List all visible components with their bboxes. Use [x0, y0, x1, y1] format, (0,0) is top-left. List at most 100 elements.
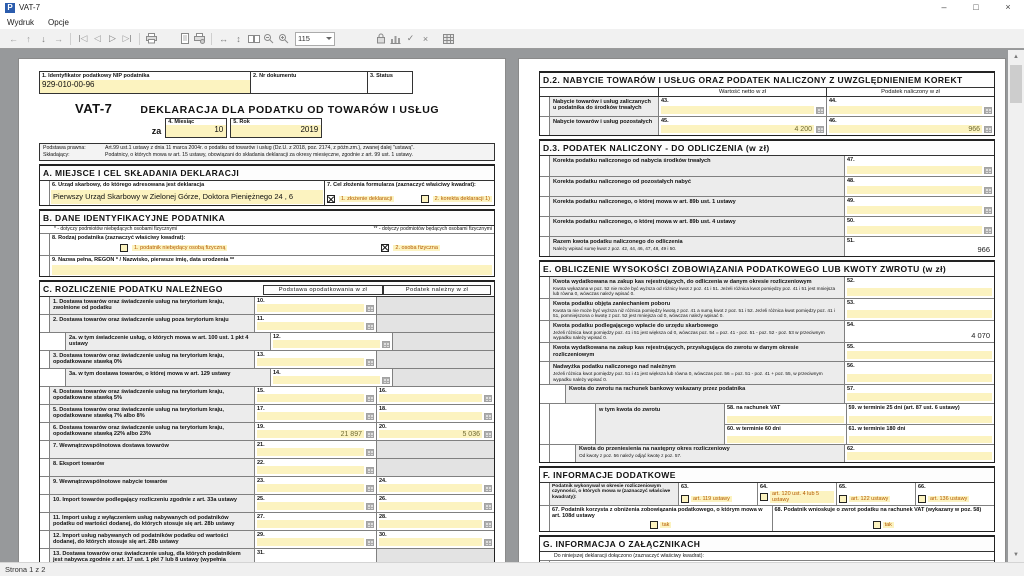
input-field-28[interactable] [379, 520, 482, 528]
statistics-button[interactable] [388, 31, 403, 47]
checkbox-68-tak[interactable] [873, 521, 881, 529]
input-field-49[interactable] [847, 206, 982, 214]
calculator-icon[interactable] [984, 207, 992, 214]
input-field-43[interactable] [661, 106, 814, 114]
checkbox-63[interactable] [681, 495, 689, 503]
input-field-13[interactable] [257, 358, 364, 366]
calculator-icon[interactable] [366, 485, 374, 492]
calculator-icon[interactable] [984, 126, 992, 133]
calculator-icon[interactable] [484, 539, 492, 546]
prev-page-button[interactable]: ◁ [90, 31, 105, 47]
zoom-out-button[interactable] [261, 31, 276, 47]
input-field-61[interactable] [849, 436, 993, 443]
input-field-10[interactable] [257, 304, 364, 312]
scrollbar-up-icon[interactable]: ▲ [1013, 50, 1019, 64]
calculator-icon[interactable] [366, 359, 374, 366]
print-settings-button[interactable] [192, 31, 207, 47]
maximize-button[interactable]: □ [960, 0, 992, 15]
calculator-icon[interactable] [382, 341, 390, 348]
first-page-button[interactable]: ◁ [75, 31, 90, 47]
calculator-icon[interactable] [366, 431, 374, 438]
input-field-48[interactable] [847, 186, 982, 194]
calculator-icon[interactable] [816, 126, 824, 133]
input-field-59[interactable] [849, 416, 993, 423]
calculator-icon[interactable] [484, 521, 492, 528]
zoom-level-combobox[interactable]: 115 [295, 32, 335, 46]
calculator-icon[interactable] [484, 485, 492, 492]
input-field-44[interactable] [829, 106, 982, 114]
vertical-scrollbar[interactable]: ▲ ▼ [1008, 50, 1024, 562]
zoom-in-button[interactable] [276, 31, 291, 47]
calculator-icon[interactable] [984, 107, 992, 114]
calculator-icon[interactable] [984, 227, 992, 234]
scroll-down-icon[interactable]: ↓ [36, 31, 51, 47]
checkbox-osoba-fizyczna[interactable] [381, 244, 389, 252]
scroll-right-icon[interactable]: → [51, 31, 66, 47]
menu-opcje[interactable]: Opcje [48, 18, 69, 27]
input-field-29[interactable] [257, 538, 364, 546]
input-field-27[interactable] [257, 520, 364, 528]
calculator-icon[interactable] [366, 467, 374, 474]
export-page-button[interactable] [177, 31, 192, 47]
calculator-icon[interactable] [484, 395, 492, 402]
calculator-icon[interactable] [366, 449, 374, 456]
input-field-62[interactable] [847, 452, 992, 460]
input-field-14[interactable] [273, 376, 380, 384]
calculator-icon[interactable] [484, 413, 492, 420]
input-field-26[interactable] [379, 502, 482, 510]
calculator-icon[interactable] [816, 107, 824, 114]
input-field-55[interactable] [847, 351, 992, 359]
input-field-12[interactable] [273, 340, 380, 348]
calculator-icon[interactable] [366, 305, 374, 312]
input-field-57[interactable] [847, 393, 992, 401]
close-button[interactable]: × [992, 0, 1024, 15]
input-field-9[interactable] [52, 265, 492, 275]
checkbox-67-tak[interactable] [650, 521, 658, 529]
input-field-11[interactable] [257, 322, 364, 330]
tax-office-field[interactable]: Pierwszy Urząd Skarbowy w Zielonej Górze… [51, 190, 323, 204]
calculator-icon[interactable] [484, 503, 492, 510]
scroll-left-icon[interactable]: ← [6, 31, 21, 47]
input-field-15[interactable] [257, 394, 364, 402]
scroll-up-icon[interactable]: ↑ [21, 31, 36, 47]
cancel-button[interactable]: × [418, 31, 433, 47]
calculator-icon[interactable] [984, 167, 992, 174]
calculator-icon[interactable] [366, 503, 374, 510]
year-field[interactable]: 2019 [231, 125, 321, 137]
menu-wydruk[interactable]: Wydruk [7, 18, 34, 27]
input-field-21[interactable] [257, 448, 364, 456]
scrollbar-thumb[interactable] [1010, 65, 1022, 103]
input-field-25[interactable] [257, 502, 364, 510]
input-field-24[interactable] [379, 484, 482, 492]
nip-field[interactable]: 929-010-00-96 [40, 80, 250, 93]
input-field-18[interactable] [379, 412, 482, 420]
calculator-icon[interactable] [984, 187, 992, 194]
input-field-22[interactable] [257, 466, 364, 474]
calculator-icon[interactable] [366, 323, 374, 330]
checkbox-korekta-deklaracji[interactable] [421, 195, 429, 203]
input-field-19[interactable]: 21 897 [257, 430, 364, 438]
table-view-button[interactable] [441, 31, 456, 47]
input-field-30[interactable] [379, 538, 482, 546]
accept-button[interactable]: ✓ [403, 31, 418, 47]
calculator-icon[interactable] [366, 395, 374, 402]
input-field-52[interactable] [847, 288, 992, 296]
calculator-icon[interactable] [484, 431, 492, 438]
print-button[interactable] [144, 31, 159, 47]
input-field-53[interactable] [847, 310, 992, 318]
input-field-56[interactable] [847, 374, 992, 382]
fit-width-button[interactable]: ↔ [216, 31, 231, 47]
two-pages-button[interactable] [246, 31, 261, 47]
fit-height-button[interactable]: ↕ [231, 31, 246, 47]
input-field-60[interactable] [727, 436, 844, 443]
calculator-icon[interactable] [366, 539, 374, 546]
lock-button[interactable] [373, 31, 388, 47]
month-field[interactable]: 10 [166, 125, 226, 137]
scrollbar-down-icon[interactable]: ▼ [1013, 548, 1019, 562]
input-field-20[interactable]: 5 036 [379, 430, 482, 438]
input-field-46[interactable]: 966 [829, 125, 982, 133]
minimize-button[interactable]: – [928, 0, 960, 15]
input-field-45[interactable]: 4 200 [661, 125, 814, 133]
last-page-button[interactable]: ▷ [120, 31, 135, 47]
input-field-58[interactable] [727, 416, 844, 423]
